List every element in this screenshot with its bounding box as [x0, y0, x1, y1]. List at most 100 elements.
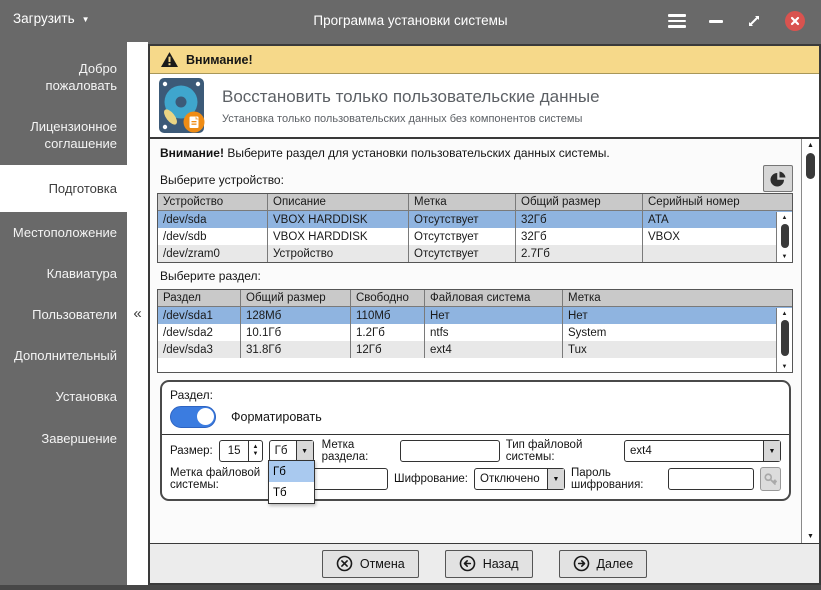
scroll-thumb[interactable]: [806, 153, 815, 179]
device-table-scrollbar[interactable]: ▲▼: [776, 212, 792, 262]
device-table-row-cell: VBOX HARDDISK: [268, 211, 409, 228]
fs-type-label: Тип файловой системы:: [506, 439, 618, 463]
encryption-password-input[interactable]: [668, 468, 754, 490]
partition-table-header-cell: Файловая система: [425, 290, 563, 306]
sidebar-item[interactable]: Добро пожаловать: [0, 48, 127, 106]
partition-table-row[interactable]: /dev/sda331.8Гб12Гбext4Tux: [158, 341, 792, 358]
cancel-button[interactable]: Отмена: [322, 550, 419, 578]
format-toggle-label: Форматировать: [231, 410, 322, 424]
pie-chart-button[interactable]: [763, 165, 793, 192]
device-table-header-cell: Описание: [268, 194, 409, 210]
sidebar-item[interactable]: Местоположение: [0, 212, 127, 253]
fs-label-label: Метка файловой системы:: [170, 467, 282, 491]
partition-table-row-cell: ext4: [425, 341, 563, 358]
size-unit-select[interactable]: Гб ▼: [269, 440, 314, 462]
partition-table-row-cell: ntfs: [425, 324, 563, 341]
device-table-row-cell: [643, 245, 792, 262]
cancel-circle-icon: [336, 555, 353, 572]
fs-type-select[interactable]: ext4 ▼: [624, 440, 781, 462]
show-password-button[interactable]: [760, 467, 781, 491]
sidebar-item[interactable]: Подготовка: [0, 165, 127, 212]
titlebar: Загрузить ▼ Программа установки системы: [0, 0, 821, 44]
menu-icon[interactable]: [668, 14, 686, 28]
partition-table-row-cell: 12Гб: [351, 341, 425, 358]
partition-groupbox: Раздел: Форматировать Размер: 15 ▲ ▼: [160, 380, 791, 501]
partition-table: РазделОбщий размерСвободноФайловая систе…: [157, 289, 793, 373]
back-button[interactable]: Назад: [445, 550, 533, 578]
sidebar-item[interactable]: Дополнительный: [0, 335, 127, 376]
scroll-down-icon[interactable]: ▼: [807, 530, 814, 543]
main-scrollbar[interactable]: ▲▼: [801, 139, 819, 543]
chevron-down-icon: ▼: [296, 441, 313, 461]
sidebar-collapse-handle[interactable]: «: [127, 42, 148, 585]
content-frame: Внимание! Восстановить только пользовате…: [148, 44, 821, 585]
next-button[interactable]: Далее: [559, 550, 648, 578]
minimize-icon[interactable]: [709, 20, 723, 23]
device-table-header-cell: Устройство: [158, 194, 268, 210]
sidebar-item[interactable]: Лицензионное соглашение: [0, 106, 127, 164]
partition-table-row[interactable]: /dev/sda1128Мб110МбНетНет: [158, 307, 792, 324]
sidebar-item[interactable]: Клавиатура: [0, 253, 127, 294]
sidebar-item[interactable]: Завершение: [0, 418, 127, 459]
warning-triangle-icon: [161, 52, 178, 67]
encryption-select[interactable]: Отключено ▼: [474, 468, 565, 490]
maximize-icon[interactable]: [746, 13, 762, 29]
sidebar-item[interactable]: Установка: [0, 376, 127, 417]
scroll-down-icon[interactable]: ▼: [782, 361, 788, 372]
page-header: Восстановить только пользовательские дан…: [150, 74, 819, 137]
sidebar-item[interactable]: Пользователи: [0, 294, 127, 335]
sidebar-nav: Добро пожаловатьЛицензионное соглашениеП…: [0, 42, 127, 585]
instruction-rest: Выберите раздел для установки пользовате…: [224, 146, 610, 160]
device-table-row[interactable]: /dev/sdbVBOX HARDDISKОтсутствует32ГбVBOX: [158, 228, 792, 245]
stepper-arrows-icon[interactable]: ▲ ▼: [248, 441, 261, 461]
size-value: 15: [220, 441, 249, 461]
partition-table-row-cell: /dev/sda1: [158, 307, 241, 324]
partition-table-row-cell: Нет: [425, 307, 563, 324]
size-label: Размер:: [170, 445, 213, 457]
partition-table-row[interactable]: /dev/sda210.1Гб1.2ГбntfsSystem: [158, 324, 792, 341]
stepper-up-icon[interactable]: ▲: [253, 444, 259, 452]
device-table-header-cell: Метка: [409, 194, 516, 210]
device-table-row-cell: Отсутствует: [409, 245, 516, 262]
scroll-area: Внимание! Выберите раздел для установки …: [150, 137, 819, 543]
stepper-down-icon[interactable]: ▼: [253, 451, 259, 459]
form-divider: [162, 434, 789, 435]
device-table-row-cell: /dev/sdb: [158, 228, 268, 245]
device-table-row[interactable]: /dev/sdaVBOX HARDDISKОтсутствует32ГбATA: [158, 211, 792, 228]
toggle-knob-icon: [197, 408, 214, 425]
next-arrow-circle-icon: [573, 555, 590, 572]
back-button-label: Назад: [483, 557, 519, 571]
scroll-thumb[interactable]: [781, 320, 789, 356]
unit-option[interactable]: Тб: [269, 482, 314, 503]
format-toggle[interactable]: [170, 406, 216, 428]
unit-option[interactable]: Гб: [269, 461, 314, 482]
partition-table-row-cell: Нет: [563, 307, 792, 324]
instruction-bold: Внимание!: [160, 146, 224, 160]
partition-table-header-cell: Метка: [563, 290, 792, 306]
device-table-row-cell: 32Гб: [516, 228, 643, 245]
password-label: Пароль шифрования:: [571, 467, 662, 491]
device-table-row[interactable]: /dev/zram0УстройствоОтсутствует2.7Гб: [158, 245, 792, 262]
partition-table-row-cell: 31.8Гб: [241, 341, 351, 358]
scroll-up-icon[interactable]: ▲: [807, 139, 814, 152]
scroll-thumb[interactable]: [781, 224, 789, 248]
scroll-down-icon[interactable]: ▼: [782, 251, 788, 262]
size-stepper[interactable]: 15 ▲ ▼: [219, 440, 263, 462]
partition-label-input[interactable]: [400, 440, 500, 462]
partition-table-header-cell: Свободно: [351, 290, 425, 306]
partition-table-row-cell: 1.2Гб: [351, 324, 425, 341]
encryption-label: Шифрование:: [394, 473, 468, 485]
partition-table-scrollbar[interactable]: ▲▼: [776, 308, 792, 372]
partition-table-header-cell: Общий размер: [241, 290, 351, 306]
device-table-header-cell: Общий размер: [516, 194, 643, 210]
device-table: УстройствоОписаниеМеткаОбщий размерСерий…: [157, 193, 793, 263]
scroll-up-icon[interactable]: ▲: [782, 308, 788, 319]
cancel-button-label: Отмена: [360, 557, 405, 571]
device-table-row-cell: /dev/zram0: [158, 245, 268, 262]
close-button[interactable]: [785, 11, 805, 31]
device-table-row-cell: 32Гб: [516, 211, 643, 228]
partition-group-label: Раздел:: [170, 388, 781, 402]
scroll-up-icon[interactable]: ▲: [782, 212, 788, 223]
partition-table-row-cell: 10.1Гб: [241, 324, 351, 341]
partition-table-row-cell: System: [563, 324, 792, 341]
